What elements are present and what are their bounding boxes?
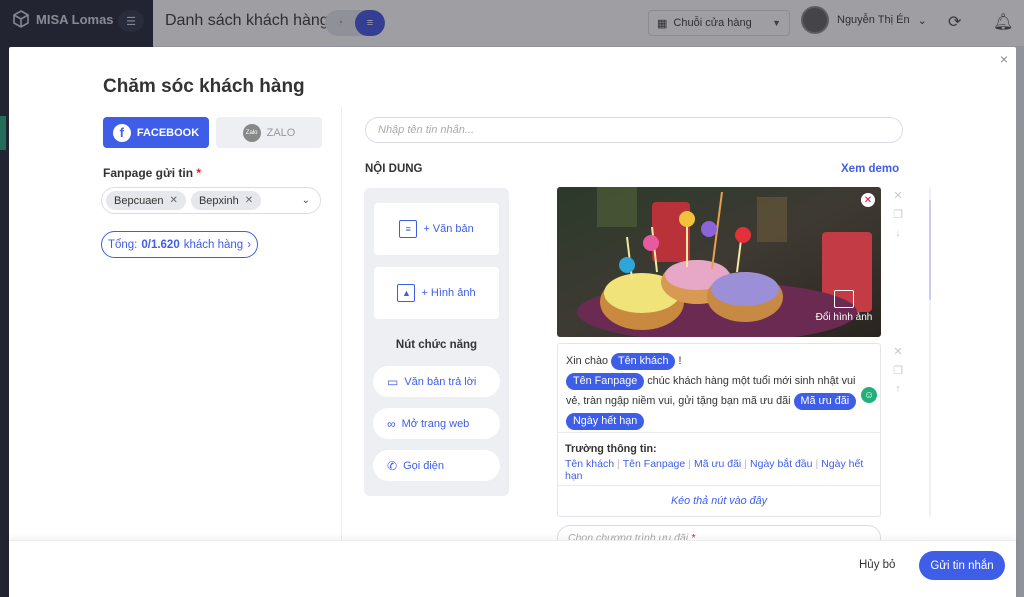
delete-block-icon[interactable]: ✕ [893,189,902,202]
zalo-icon: Zalo [242,123,261,142]
duplicate-block-icon[interactable]: ❐ [893,364,903,377]
fanpage-name-token[interactable]: Tên Fanpage [566,373,645,390]
duplicate-block-icon[interactable]: ❐ [893,208,903,221]
fanpage-select[interactable]: Bepcuaen ✕ Bepxinh ✕ ⌄ [101,187,321,214]
field-link[interactable]: Tên Fanpage [623,458,685,470]
field-link[interactable]: Ngày bắt đầu [750,458,812,470]
emoji-icon[interactable]: ☺ [861,387,877,403]
reply-text-button[interactable]: ▭ Văn bản trả lời [373,366,500,397]
call-button[interactable]: ✆ Gọi điện [373,450,500,481]
add-text-block-button[interactable]: ≡ + Văn bản [374,203,499,255]
info-fields: Trường thông tin: Tên khách | Tên Fanpage |… [558,432,880,492]
cancel-button[interactable]: Hủy bỏ [859,559,895,571]
total-count: 0/1.620 [141,238,180,251]
info-fields-title: Trường thông tin: [565,443,657,455]
text-block-tools: ✕ ❐ ↑ [891,345,905,395]
total-prefix: Tổng: [107,238,138,251]
image-block[interactable]: ✕ Đổi hình ảnh [557,187,881,337]
view-demo-link[interactable]: Xem demo [841,163,899,175]
tab-facebook-label: FACEBOOK [136,126,200,139]
panel-divider [341,107,342,547]
fanpage-chip: Bepxinh ✕ [190,191,262,210]
move-up-icon[interactable]: ↑ [895,383,901,395]
block-palette: ≡ + Văn bản ▲ + Hình ảnh Nút chức năng ▭… [364,188,509,496]
remove-chip-icon[interactable]: ✕ [170,195,178,206]
modal-title: Chăm sóc khách hàng [103,76,305,97]
delete-block-icon[interactable]: ✕ [893,345,902,358]
content-section-label: NỘI DUNG [365,163,423,175]
fanpage-label: Fanpage gửi tin * [103,166,202,180]
close-icon[interactable]: × [1000,51,1008,67]
required-mark: * [196,166,202,180]
remove-image-icon[interactable]: ✕ [861,193,875,207]
modal-footer: Hủy bỏ Gửi tin nhắn [9,540,1016,597]
customer-care-modal: × Chăm sóc khách hàng f FACEBOOK Zalo ZA… [9,47,1016,597]
tab-zalo[interactable]: Zalo ZALO [216,117,322,148]
expiry-date-token[interactable]: Ngày hết hạn [566,413,645,430]
total-customers-button[interactable]: Tổng: 0/1.620 khách hàng › [101,231,258,258]
message-name-input[interactable] [365,117,903,143]
facebook-icon: f [112,123,131,142]
add-text-label: + Văn bản [423,223,474,235]
chevron-right-icon: › [247,238,252,251]
message-text[interactable]: Xin chào Tên khách ! Tên Fanpage chúc kh… [566,351,866,431]
link-icon: ∞ [387,416,396,431]
tab-zalo-label: ZALO [266,126,296,139]
chevron-down-icon: ⌄ [301,195,310,206]
tab-facebook[interactable]: f FACEBOOK [103,117,209,148]
button-drop-zone[interactable]: Kéo thả nút vào đây [558,485,880,516]
reply-icon: ▭ [387,374,399,389]
field-link[interactable]: Mã ưu đãi [694,458,741,470]
change-image-button[interactable]: Đổi hình ảnh [813,290,875,323]
scrollbar-thumb[interactable] [929,200,931,300]
text-block-icon: ≡ [399,220,418,238]
add-image-label: + Hình ảnh [421,287,476,299]
send-message-button[interactable]: Gửi tin nhắn [919,551,1005,580]
coupon-code-token[interactable]: Mã ưu đãi [793,393,857,410]
info-fields-list: Tên khách | Tên Fanpage | Mã ưu đãi | Ngày bắt… [565,458,864,482]
function-buttons-heading: Nút chức năng [395,339,478,351]
move-down-icon[interactable]: ↓ [895,227,901,239]
image-icon [834,290,854,308]
fanpage-chip: Bepcuaen ✕ [106,191,186,210]
text-block[interactable]: Xin chào Tên khách ! Tên Fanpage chúc kh… [557,343,881,517]
remove-chip-icon[interactable]: ✕ [245,195,253,206]
image-block-icon: ▲ [397,284,416,302]
phone-icon: ✆ [387,458,398,473]
total-suffix: khách hàng [183,238,244,251]
add-image-block-button[interactable]: ▲ + Hình ảnh [374,267,499,319]
field-link[interactable]: Tên khách [565,458,614,470]
image-block-tools: ✕ ❐ ↓ [891,189,905,239]
open-web-button[interactable]: ∞ Mở trang web [373,408,500,439]
customer-name-token[interactable]: Tên khách [611,353,676,370]
